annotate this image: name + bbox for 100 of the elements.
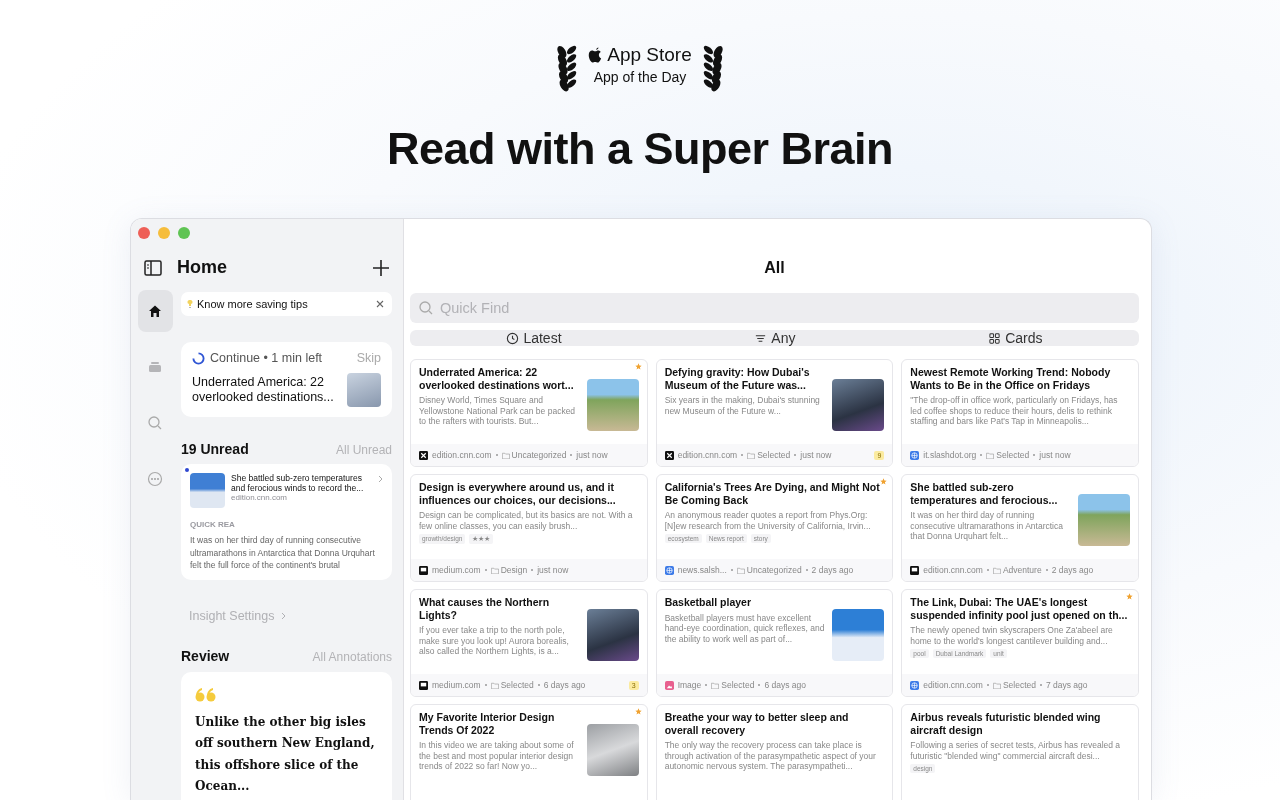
article-time: just now (537, 565, 569, 575)
separator-dot-icon (1039, 684, 1042, 686)
quote-card[interactable]: Unlike the other big isles off southern New England, this offshore slice of the Ocean... (181, 671, 392, 800)
add-icon[interactable] (371, 257, 391, 278)
folder-icon (490, 681, 499, 689)
article-card[interactable] (410, 359, 648, 467)
article-source: edition.cnn.com (677, 450, 738, 460)
lightbulb-icon (187, 299, 193, 309)
article-title: What causes the Northern Lights? (419, 596, 551, 621)
skip-link[interactable]: Skip (356, 351, 381, 365)
separator-dot-icon (484, 569, 487, 571)
article-excerpt: Basketball players must have excellent hand-eye coordination, quick reflexes, and the ability to work well as part of... (664, 612, 826, 644)
article-time: 6 days ago (764, 680, 806, 690)
separator-dot-icon (1045, 569, 1048, 571)
article-excerpt: Six years in the making, Dubai's stunning new Museum of the Future w... (664, 395, 821, 416)
filter-dropdown[interactable]: Cards (988, 330, 1043, 346)
grid-icon (988, 331, 1002, 345)
article-source: edition.cnn.com (923, 680, 983, 690)
article-excerpt: It was on her third day of running consecutive ultramarathons in Antarctica that Donna Urquhart felt... (910, 510, 1064, 542)
section-label: QUICK REA (190, 520, 235, 529)
article-card[interactable] (901, 359, 1139, 467)
site-icon (664, 450, 674, 460)
article-card[interactable] (655, 704, 894, 800)
home-rail-button[interactable] (137, 290, 173, 332)
article-folder: Uncategorized (511, 450, 567, 460)
separator-dot-icon (741, 454, 744, 456)
section-heading: Review (181, 647, 230, 664)
article-excerpt: It was on her third day of running consecutive ultramarathons in Antarctica that Donna Urquhart felt the full force of the continent's brutal (190, 534, 376, 572)
all-annotations-link[interactable]: All Annotations (312, 649, 392, 664)
article-card[interactable]: Basketball player Basketball players must have excellent hand-eye coordination, quick reflexes, and the ability to work well as part of... Image Selected 6 days ago (655, 589, 894, 697)
article-title: Underrated America: 22 overlooked destinations... (192, 375, 335, 405)
article-title: She battled sub-zero temperatures and ferocious winds to record the... (231, 473, 365, 493)
article-folder: Selected (757, 450, 791, 460)
folder-icon (711, 681, 720, 689)
article-card[interactable] (410, 474, 648, 582)
article-card[interactable]: My Favorite Interior Design Trends Of 2022 In this video we are taking about some of the best and most popular interior design trends of 2022 so far! Now yo... (410, 704, 648, 800)
folder-icon (986, 451, 995, 459)
article-source: edition.cnn.com (432, 450, 492, 460)
folder-icon (736, 566, 745, 574)
separator-dot-icon (537, 684, 540, 686)
filter-dropdown[interactable]: Any (754, 330, 796, 346)
sidebar-toggle-icon[interactable] (143, 257, 163, 278)
close-icon[interactable] (376, 300, 384, 308)
all-unread-link[interactable]: All Unread (335, 443, 392, 457)
quote-text: Unlike the other big isles off southern New England, this offshore slice of the Ocean... (195, 713, 376, 795)
separator-dot-icon (570, 454, 573, 456)
search-field[interactable]: Quick Find (410, 293, 1139, 323)
article-folder: Adventure (1002, 565, 1042, 575)
folder-icon (490, 566, 499, 574)
article-excerpt: Following a series of secret tests, Airbus has revealed a futuristic "blended wing" commercial aircraft desi... (910, 740, 1122, 761)
insight-settings-link[interactable]: Insight Settings (189, 608, 286, 623)
article-title: Airbus reveals futuristic blended wing aircraft design (910, 711, 1102, 736)
more-icon (147, 471, 163, 487)
article-source: medium.com (432, 680, 481, 690)
separator-dot-icon (758, 684, 761, 686)
award-title: App of the Day (593, 68, 687, 85)
folder-icon (992, 566, 1001, 574)
article-title: My Favorite Interior Design Trends Of 2022 (419, 711, 556, 736)
close-window-icon[interactable] (138, 227, 150, 239)
article-time: just now (800, 450, 832, 460)
article-excerpt: The only way the recovery process can take place is through activation of the parasympathetic aspect of your autonomic nervous system. The parasympatheti... (664, 740, 877, 772)
separator-dot-icon (484, 684, 487, 686)
article-card[interactable]: She battled sub-zero temperatures and ferocious... It was on her third day of running consecutive ultramarathons in Antarctica that Donna Urquhart felt... edition.cnn.com Adventure 2 days ago (901, 474, 1139, 582)
article-folder: Design (500, 565, 528, 575)
article-source: it.slashdot.org (923, 450, 977, 460)
article-title: Breathe your way to better sleep and overall recovery (664, 711, 850, 736)
photo-placeholder (190, 473, 225, 508)
tray-icon (147, 359, 163, 375)
site-icon (910, 565, 920, 575)
image-icon (664, 680, 674, 690)
article-excerpt: "The drop-off in office work, particularly on Fridays, has led coffee shops to reduce their hours, delis to rethink staffing and bars like Pat's Tap in Minneapolis... (910, 395, 1119, 427)
article-card[interactable] (901, 589, 1139, 697)
article-title: Design is everywhere around us, and it influences our choices, our decisions... (419, 481, 617, 506)
article-title: California's Trees Are Dying, and Might Not Be Coming Back (664, 481, 881, 506)
article-time: just now (1039, 450, 1071, 460)
continue-card[interactable]: Continue • 1 min left Skip Underrated America: 22 overlooked destinations... (181, 342, 392, 417)
separator-dot-icon (705, 684, 708, 686)
separator-dot-icon (980, 454, 983, 456)
separator-dot-icon (531, 569, 534, 571)
site-icon (419, 450, 428, 460)
progress-ring-icon (192, 351, 205, 365)
store-name: App Store (607, 43, 692, 66)
separator-dot-icon (805, 569, 808, 571)
photo-placeholder (347, 373, 381, 407)
article-excerpt: If you ever take a trip to the north pole, make sure you look up! Aurora borealis, also called the Northern Lights, is a... (419, 625, 570, 657)
filter-dropdown[interactable]: Latest (506, 330, 562, 346)
globe-icon (910, 450, 920, 460)
quote-icon (195, 687, 217, 702)
article-folder: Selected (500, 680, 534, 690)
article-time: 6 days ago (543, 680, 586, 690)
article-time: 2 days ago (1051, 565, 1094, 575)
separator-dot-icon (495, 454, 498, 456)
unread-card[interactable] (181, 464, 392, 580)
sidebar-title: Home (177, 257, 228, 278)
article-card[interactable] (655, 474, 894, 582)
article-title: Basketball player (664, 596, 753, 609)
article-time: just now (576, 450, 608, 460)
home-icon (147, 303, 163, 319)
view-title: All (763, 259, 786, 277)
section-heading: 19 Unread (181, 441, 249, 457)
